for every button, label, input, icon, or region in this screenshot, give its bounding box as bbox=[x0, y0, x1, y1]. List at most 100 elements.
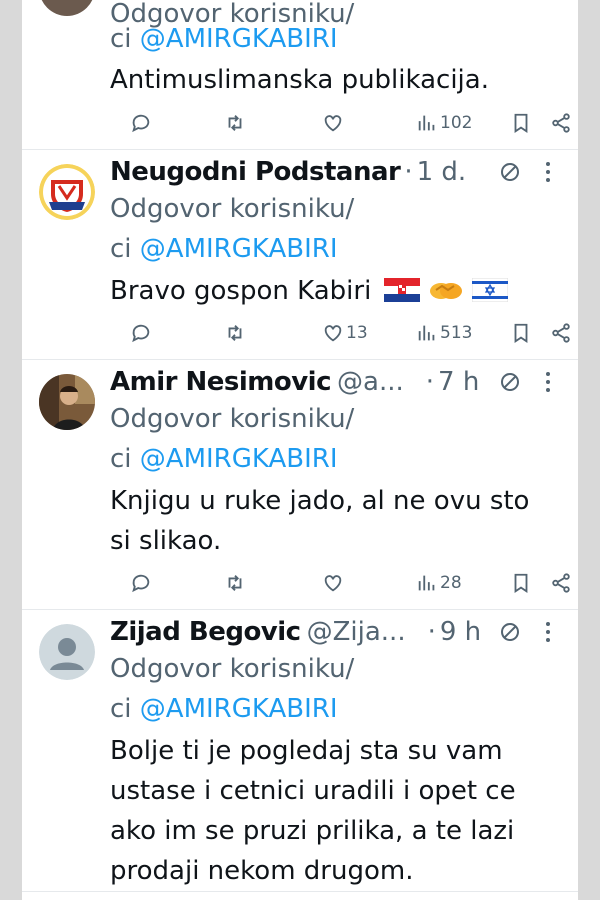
separator-dot: · bbox=[404, 157, 413, 187]
share-icon bbox=[552, 573, 570, 593]
reply-prefix: Odgovor korisniku/ bbox=[110, 654, 355, 684]
views-icon bbox=[418, 115, 435, 131]
reply-target-line: ci @AMIRGKABIRI bbox=[110, 19, 558, 59]
display-name[interactable]: Zijad Begovic bbox=[110, 617, 301, 647]
israel-flag-icon bbox=[472, 278, 509, 302]
views-button[interactable]: 102 bbox=[416, 108, 472, 138]
bookmark-icon bbox=[514, 573, 528, 593]
retweet-icon bbox=[228, 115, 242, 131]
user-handle[interactable]: @Zija... bbox=[307, 617, 406, 647]
reply-button[interactable] bbox=[130, 108, 152, 138]
retweet-icon bbox=[228, 575, 242, 591]
tweet-2[interactable]: Amir Nesimovic @a... · 7 h Odgovor koris… bbox=[22, 360, 578, 610]
reply-button[interactable] bbox=[130, 318, 152, 348]
timestamp[interactable]: 7 h bbox=[438, 367, 479, 397]
display-name[interactable]: Neugodni Podstanar bbox=[110, 157, 401, 187]
views-icon bbox=[418, 325, 435, 341]
tweet-text-line: prodaji nekom drugom. bbox=[110, 856, 414, 886]
bookmark-button[interactable] bbox=[510, 568, 532, 598]
retweet-icon bbox=[228, 325, 242, 341]
likes-count: 13 bbox=[346, 323, 368, 343]
views-count: 28 bbox=[440, 573, 462, 593]
share-icon bbox=[552, 323, 570, 343]
tweet-text-line: si slikao. bbox=[110, 526, 222, 556]
like-button[interactable] bbox=[322, 108, 344, 138]
timestamp[interactable]: 9 h bbox=[440, 617, 481, 647]
display-name[interactable]: Amir Nesimovic bbox=[110, 367, 332, 397]
mute-icon[interactable] bbox=[498, 370, 522, 394]
mention-link[interactable]: @AMIRGKABIRI bbox=[140, 24, 338, 54]
reply-context-line: Odgovor korisniku/ bbox=[110, 399, 558, 439]
handshake-icon bbox=[429, 283, 462, 299]
tweet-header: Zijad Begovic @Zija... · 9 h bbox=[110, 615, 562, 649]
reply-feed: Odgovor korisniku/ ci @AMIRGKABIRI Antim… bbox=[22, 0, 578, 900]
views-button[interactable]: 28 bbox=[416, 568, 462, 598]
reply-button[interactable] bbox=[130, 568, 152, 598]
user-handle[interactable]: @a... bbox=[337, 367, 404, 397]
bookmark-icon bbox=[514, 113, 528, 133]
croatia-flag-icon bbox=[383, 278, 420, 302]
more-icon[interactable] bbox=[538, 618, 558, 646]
avatar[interactable] bbox=[39, 374, 95, 430]
tweet-header: Amir Nesimovic @a... · 7 h bbox=[110, 365, 562, 399]
reply-to-prefix: ci bbox=[110, 694, 132, 724]
share-button[interactable] bbox=[550, 318, 572, 348]
share-icon bbox=[552, 113, 570, 133]
mention-link[interactable]: @AMIRGKABIRI bbox=[140, 444, 338, 474]
user-photo-icon bbox=[39, 374, 95, 430]
reply-prefix: Odgovor korisniku/ bbox=[110, 194, 355, 224]
mute-icon[interactable] bbox=[498, 620, 522, 644]
share-button[interactable] bbox=[550, 568, 572, 598]
tweet-3[interactable]: Zijad Begovic @Zija... · 9 h Odgovor kor… bbox=[22, 610, 578, 892]
avatar[interactable] bbox=[39, 164, 95, 220]
timestamp[interactable]: 1 d. bbox=[417, 157, 467, 187]
bookmark-button[interactable] bbox=[510, 318, 532, 348]
like-icon bbox=[324, 115, 342, 132]
more-icon[interactable] bbox=[538, 158, 558, 186]
share-button[interactable] bbox=[550, 108, 572, 138]
retweet-button[interactable] bbox=[224, 318, 246, 348]
tweet-text-line: Antimuslimanska publikacija. bbox=[110, 65, 489, 95]
like-button[interactable]: 13 bbox=[322, 318, 368, 348]
tweet-text-line: ustase i cetnici uradili i opet ce bbox=[110, 776, 516, 806]
bookmark-icon bbox=[514, 323, 528, 343]
tweet-text: Bravo gospon Kabiri bbox=[110, 271, 558, 311]
avatar[interactable] bbox=[39, 0, 95, 16]
reply-to-prefix: ci bbox=[110, 444, 132, 474]
tweet-1[interactable]: Neugodni Podstanar · 1 d. Odgovor korisn… bbox=[22, 150, 578, 360]
default-avatar-icon bbox=[39, 624, 95, 680]
tweet-text: Antimuslimanska publikacija. bbox=[110, 60, 558, 100]
mute-icon[interactable] bbox=[498, 160, 522, 184]
reply-context-line: Odgovor korisniku/ bbox=[110, 189, 558, 229]
action-bar: 28 bbox=[110, 568, 570, 598]
action-bar: 13 513 bbox=[110, 318, 570, 348]
tweet-header: Neugodni Podstanar · 1 d. bbox=[110, 155, 562, 189]
reply-context-line: Odgovor korisniku/ bbox=[110, 649, 558, 689]
tweet-0[interactable]: Odgovor korisniku/ ci @AMIRGKABIRI Antim… bbox=[22, 0, 578, 150]
views-icon bbox=[418, 575, 435, 591]
avatar[interactable] bbox=[39, 624, 95, 680]
views-count: 102 bbox=[440, 113, 473, 133]
mention-link[interactable]: @AMIRGKABIRI bbox=[140, 234, 338, 264]
views-count: 513 bbox=[440, 323, 473, 343]
reply-icon bbox=[132, 574, 150, 593]
separator-dot: · bbox=[427, 617, 436, 647]
views-button[interactable]: 513 bbox=[416, 318, 472, 348]
reply-to-prefix: ci bbox=[110, 234, 132, 264]
reply-icon bbox=[132, 114, 150, 133]
mention-link[interactable]: @AMIRGKABIRI bbox=[140, 694, 338, 724]
bookmark-button[interactable] bbox=[510, 108, 532, 138]
reply-prefix: Odgovor korisniku/ bbox=[110, 404, 355, 434]
reply-icon bbox=[132, 324, 150, 343]
like-icon bbox=[324, 325, 342, 342]
retweet-button[interactable] bbox=[224, 108, 246, 138]
like-button[interactable] bbox=[322, 568, 344, 598]
retweet-button[interactable] bbox=[224, 568, 246, 598]
reply-target-line: ci @AMIRGKABIRI bbox=[110, 439, 558, 479]
separator-dot: · bbox=[425, 367, 435, 397]
action-bar: 102 bbox=[110, 108, 570, 138]
more-icon[interactable] bbox=[538, 368, 558, 396]
like-icon bbox=[324, 575, 342, 592]
tweet-text-line: ako im se pruzi prilika, a te lazi bbox=[110, 816, 515, 846]
club-crest-icon bbox=[39, 164, 95, 220]
